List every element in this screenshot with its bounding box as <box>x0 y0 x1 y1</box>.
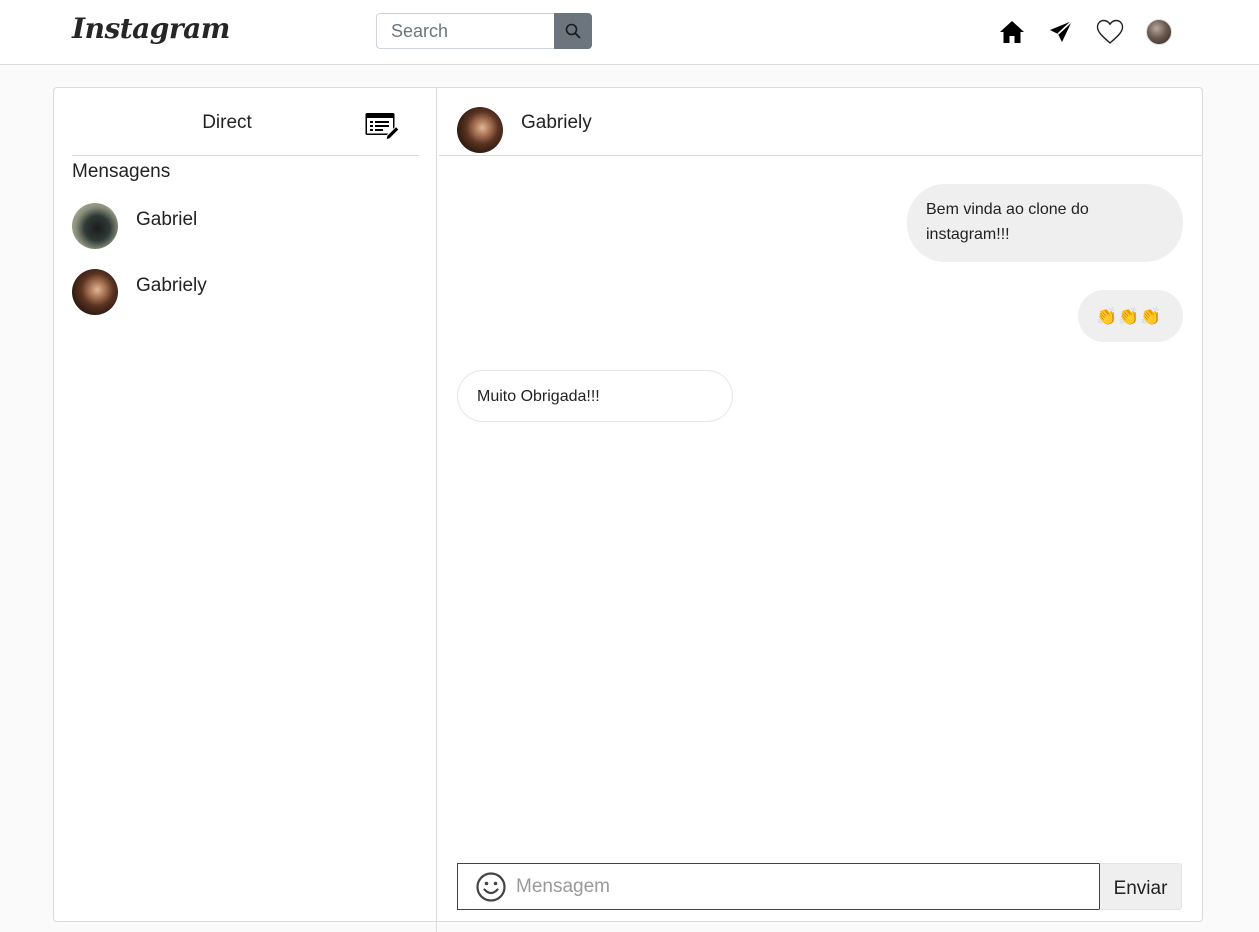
search-input[interactable] <box>376 13 554 49</box>
chat-header: Gabriely <box>439 88 1202 156</box>
paper-plane-icon[interactable] <box>1047 18 1075 46</box>
search-bar <box>376 13 592 49</box>
search-icon <box>565 23 581 39</box>
conversation-item-gabriel[interactable]: Gabriel <box>72 202 412 250</box>
chat-contact-name[interactable]: Gabriely <box>521 112 592 134</box>
search-button[interactable] <box>554 13 592 49</box>
direct-messages-panel: Direct Mensagens Gabriel Gabriely Gabrie… <box>53 87 1204 932</box>
heart-icon[interactable] <box>1096 18 1124 46</box>
conversation-name: Gabriel <box>136 209 198 230</box>
compose-message-icon[interactable] <box>364 110 400 144</box>
message-input-box <box>457 863 1099 910</box>
message-input[interactable] <box>516 875 1099 898</box>
nav-icons <box>998 18 1173 46</box>
home-icon[interactable] <box>998 18 1026 46</box>
message-bubble-outgoing: Bem vinda ao clone do instagram!!! <box>907 184 1183 262</box>
avatar[interactable] <box>457 107 503 153</box>
conversation-name: Gabriely <box>136 275 207 296</box>
instagram-logo[interactable]: Instagram <box>72 12 230 45</box>
messages-section-title: Mensagens <box>72 161 171 182</box>
smiley-icon[interactable] <box>475 871 507 903</box>
message-composer: Enviar <box>457 863 1182 910</box>
avatar <box>1146 19 1172 45</box>
conversations-sidebar: Direct Mensagens Gabriel Gabriely <box>54 88 437 932</box>
message-bubble-incoming: Muito Obrigada!!! <box>457 370 733 422</box>
message-bubble-outgoing: 👏👏👏 <box>1078 290 1183 342</box>
direct-title: Direct <box>202 112 252 133</box>
top-navbar: Instagram <box>0 0 1259 65</box>
chat-pane: Gabriely Bem vinda ao clone do instagram… <box>437 88 1204 923</box>
direct-header: Direct <box>72 88 419 156</box>
send-button[interactable]: Enviar <box>1099 863 1182 910</box>
profile-avatar[interactable] <box>1145 18 1173 46</box>
avatar <box>72 269 118 315</box>
conversation-item-gabriely[interactable]: Gabriely <box>72 268 412 316</box>
avatar <box>72 203 118 249</box>
